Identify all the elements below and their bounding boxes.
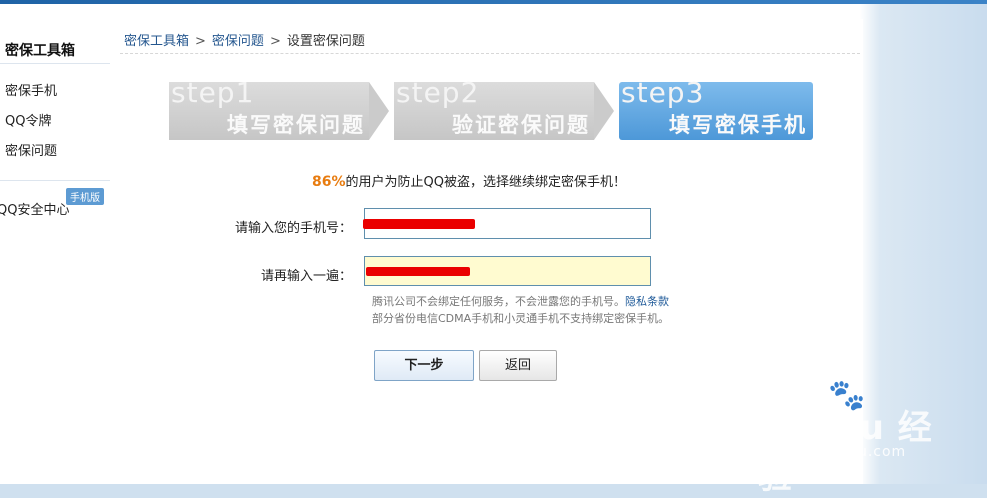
sidebar-item-question[interactable]: 密保问题 bbox=[5, 140, 57, 159]
sidebar-title: 密保工具箱 bbox=[5, 43, 75, 59]
breadcrumb-middle-link[interactable]: 密保问题 bbox=[212, 34, 264, 49]
breadcrumb-separator: > bbox=[195, 34, 206, 49]
step-3-name: 填写密保手机 bbox=[669, 113, 807, 137]
sidebar-item-token[interactable]: QQ令牌 bbox=[5, 110, 51, 129]
top-bar bbox=[0, 0, 987, 4]
sidebar-item-phone[interactable]: 密保手机 bbox=[5, 80, 57, 99]
privacy-link[interactable]: 隐私条款 bbox=[625, 295, 669, 308]
watermark-site: jingyan.baidu.com bbox=[760, 444, 907, 460]
phone-label: 请输入您的手机号： bbox=[234, 221, 352, 236]
sidebar-divider bbox=[0, 180, 110, 181]
breadcrumb-current: 设置密保问题 bbox=[286, 34, 365, 49]
tip-message: 86%的用户为防止QQ被盗，选择继续绑定密保手机！ bbox=[312, 171, 626, 190]
next-button[interactable]: 下一步 bbox=[374, 350, 474, 381]
step-1-name: 填写密保问题 bbox=[227, 113, 365, 137]
step-3: step3 填写密保手机 bbox=[619, 76, 813, 140]
step-3-number: step3 bbox=[621, 76, 705, 109]
sidebar-item-security-center[interactable]: QQ安全中心 bbox=[0, 199, 69, 218]
divider bbox=[120, 53, 860, 54]
mobile-badge: 手机版 bbox=[66, 188, 104, 205]
confirm-label: 请再输入一遍： bbox=[260, 269, 352, 284]
baidu-watermark: 🐾 Bai du 经验 jingyan.baidu.com bbox=[758, 372, 958, 497]
privacy-note-text: 腾讯公司不会绑定任何服务，不会泄露您的手机号。 bbox=[372, 295, 625, 308]
tip-percent: 86% bbox=[312, 174, 346, 190]
privacy-note: 腾讯公司不会绑定任何服务，不会泄露您的手机号。隐私条款 bbox=[372, 293, 669, 309]
breadcrumb-root-link[interactable]: 密保工具箱 bbox=[124, 34, 189, 49]
step-1-number: step1 bbox=[171, 76, 255, 109]
step-2: step2 验证密保问题 bbox=[394, 76, 614, 140]
step-2-name: 验证密保问题 bbox=[452, 113, 590, 137]
redacted-confirm-phone bbox=[366, 267, 470, 276]
cdma-note: 部分省份电信CDMA手机和小灵通手机不支持绑定密保手机。 bbox=[372, 312, 670, 325]
step-1: step1 填写密保问题 bbox=[169, 76, 389, 140]
sidebar-divider bbox=[0, 63, 110, 64]
back-button[interactable]: 返回 bbox=[479, 350, 557, 381]
tip-text: 的用户为防止QQ被盗，选择继续绑定密保手机！ bbox=[345, 175, 626, 190]
breadcrumb: 密保工具箱 > 密保问题 > 设置密保问题 bbox=[124, 30, 365, 49]
redacted-phone bbox=[363, 219, 475, 229]
main-panel: 密保工具箱 > 密保问题 > 设置密保问题 step1 填写密保问题 step2 验证密… bbox=[114, 19, 863, 484]
breadcrumb-separator: > bbox=[269, 34, 281, 49]
step-2-number: step2 bbox=[396, 76, 480, 109]
sidebar: 密保工具箱 密保手机 QQ令牌 密保问题 QQ安全中心 手机版 bbox=[0, 22, 110, 484]
